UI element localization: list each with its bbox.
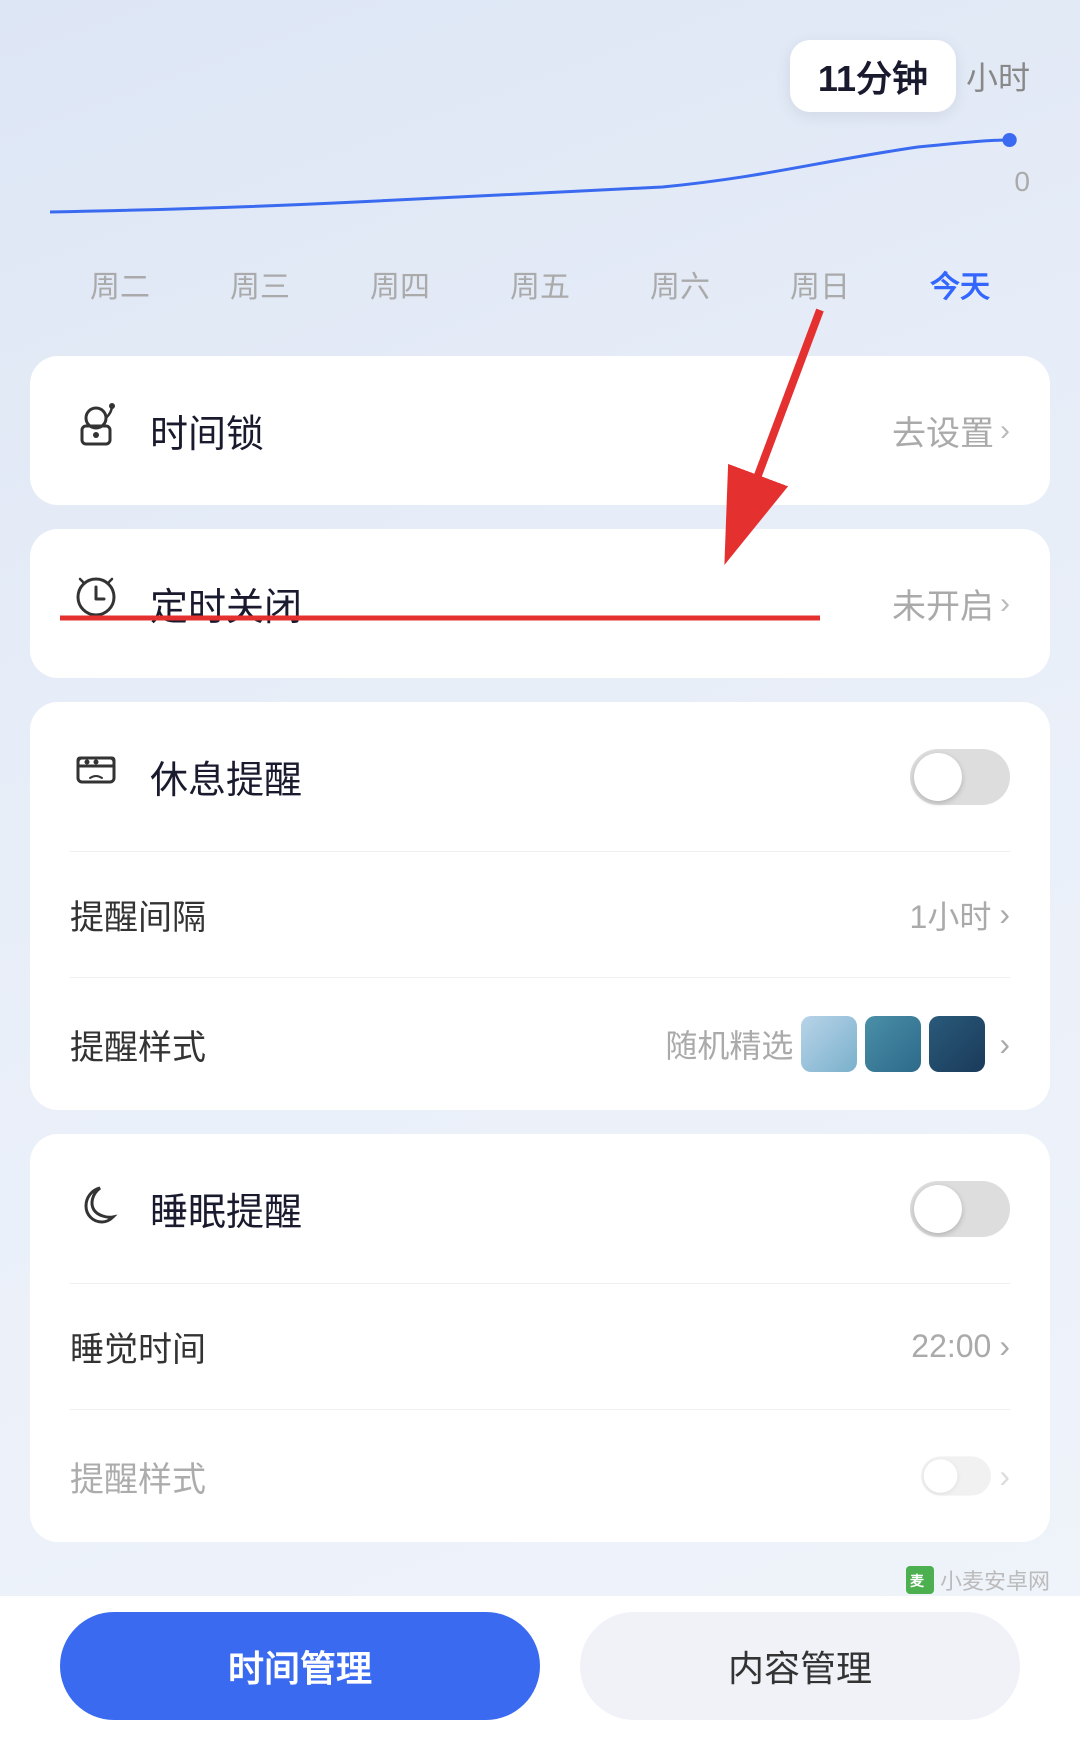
- time-lock-icon: [70, 398, 122, 463]
- scheduled-off-action[interactable]: 未开启 ›: [892, 579, 1010, 628]
- scheduled-off-chevron: ›: [1000, 587, 1010, 621]
- sleep-style-value-group[interactable]: ›: [891, 1448, 1010, 1504]
- chart-line-container: 0: [50, 132, 1030, 232]
- sleep-style-label: 提醒样式: [70, 1452, 206, 1501]
- days-row: 周二 周三 周四 周五 周六 周日 今天: [50, 242, 1030, 336]
- sleep-reminder-card: 睡眠提醒 睡觉时间 22:00 › 提醒样式 ›: [30, 1134, 1050, 1542]
- interval-row[interactable]: 提醒间隔 1小时 ›: [30, 852, 1050, 977]
- scheduled-off-action-label: 未开启: [892, 579, 994, 628]
- sleep-time-value: 22:00: [911, 1328, 991, 1365]
- tab-content-management[interactable]: 内容管理: [580, 1612, 1020, 1720]
- time-label-row: 11分钟 小时: [50, 40, 1030, 112]
- thumb-1: [801, 1016, 857, 1072]
- sleep-style-row[interactable]: 提醒样式 ›: [30, 1410, 1050, 1542]
- sleep-time-value-group[interactable]: 22:00 ›: [911, 1328, 1010, 1365]
- cards-container: 时间锁 去设置 ›: [0, 356, 1080, 1542]
- day-sat: 周日: [790, 262, 850, 306]
- interval-chevron: ›: [999, 896, 1010, 933]
- sleep-reminder-toggle[interactable]: [910, 1181, 1010, 1237]
- time-unit: 小时: [966, 53, 1030, 99]
- rest-reminder-title: 休息提醒: [150, 749, 302, 804]
- rest-reminder-card: 休息提醒 提醒间隔 1小时 › 提醒样式 随机精选: [30, 702, 1050, 1110]
- sleep-time-row[interactable]: 睡觉时间 22:00 ›: [30, 1284, 1050, 1409]
- sleep-reminder-title: 睡眠提醒: [150, 1181, 302, 1236]
- sleep-reminder-icon: [70, 1176, 122, 1241]
- zero-label: 0: [1014, 166, 1030, 198]
- rest-reminder-left: 休息提醒: [70, 744, 302, 809]
- scheduled-off-icon: [70, 571, 122, 636]
- time-lock-chevron: ›: [1000, 414, 1010, 448]
- day-today: 今天: [930, 262, 990, 306]
- interval-value-group[interactable]: 1小时 ›: [910, 892, 1010, 938]
- time-lock-action[interactable]: 去设置 ›: [892, 406, 1010, 455]
- sleep-style-toggle[interactable]: [921, 1456, 991, 1495]
- style-value: 随机精选: [665, 1021, 793, 1067]
- rest-reminder-toggle[interactable]: [910, 749, 1010, 805]
- rest-reminder-icon: [70, 744, 122, 809]
- scheduled-off-card[interactable]: 定时关闭 未开启 ›: [30, 529, 1050, 678]
- watermark-text: 小麦安卓网: [940, 1564, 1050, 1596]
- style-row[interactable]: 提醒样式 随机精选 ›: [30, 978, 1050, 1110]
- day-thu: 周五: [510, 262, 570, 306]
- time-bubble: 11分钟: [790, 40, 956, 112]
- day-fri: 周六: [650, 262, 710, 306]
- time-lock-title: 时间锁: [150, 403, 264, 458]
- time-lock-row[interactable]: 时间锁 去设置 ›: [30, 356, 1050, 505]
- day-tue: 周三: [230, 262, 290, 306]
- bottom-tab-bar: 时间管理 内容管理: [0, 1596, 1080, 1756]
- style-value-group[interactable]: 随机精选 ›: [665, 1016, 1010, 1072]
- sleep-reminder-left: 睡眠提醒: [70, 1176, 302, 1241]
- chart-area: 11分钟 小时 0 周二 周三 周四 周五 周六 周日 今天: [0, 0, 1080, 356]
- scheduled-off-row[interactable]: 定时关闭 未开启 ›: [30, 529, 1050, 678]
- thumb-group: [801, 1016, 985, 1072]
- sleep-time-label: 睡觉时间: [70, 1322, 206, 1371]
- scheduled-off-title: 定时关闭: [150, 576, 302, 631]
- sleep-time-chevron: ›: [999, 1328, 1010, 1365]
- watermark-icon: 麦: [906, 1566, 934, 1594]
- day-mon: 周二: [90, 262, 150, 306]
- interval-label: 提醒间隔: [70, 890, 206, 939]
- watermark: 麦 小麦安卓网: [906, 1564, 1050, 1596]
- sleep-reminder-header-row[interactable]: 睡眠提醒: [30, 1134, 1050, 1283]
- day-wed: 周四: [370, 262, 430, 306]
- time-lock-card[interactable]: 时间锁 去设置 ›: [30, 356, 1050, 505]
- tab-time-management[interactable]: 时间管理: [60, 1612, 540, 1720]
- svg-text:麦: 麦: [910, 1573, 925, 1589]
- rest-reminder-header-row[interactable]: 休息提醒: [30, 702, 1050, 851]
- interval-value: 1小时: [910, 892, 992, 938]
- style-label: 提醒样式: [70, 1020, 206, 1069]
- style-chevron: ›: [999, 1026, 1010, 1063]
- time-lock-left: 时间锁: [70, 398, 264, 463]
- time-lock-action-label: 去设置: [892, 406, 994, 455]
- thumb-3: [929, 1016, 985, 1072]
- sleep-style-chevron: ›: [999, 1458, 1010, 1495]
- usage-chart: [50, 132, 1030, 232]
- scheduled-off-left: 定时关闭: [70, 571, 302, 636]
- thumb-2: [865, 1016, 921, 1072]
